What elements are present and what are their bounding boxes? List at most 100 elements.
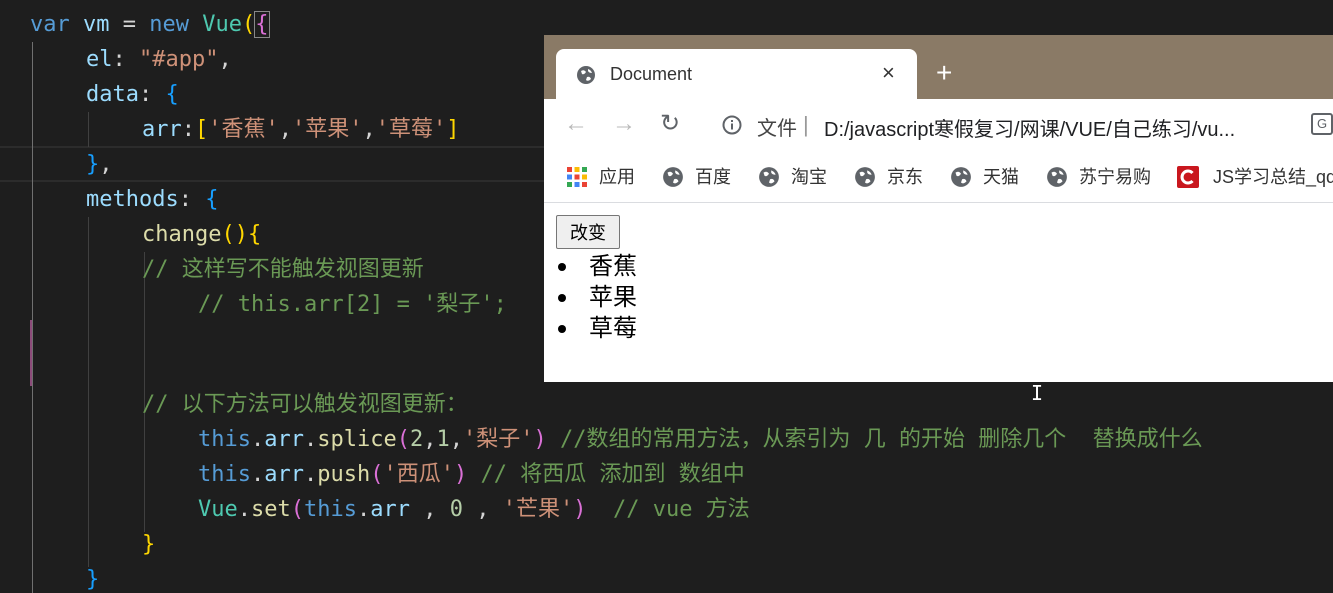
- code-token: {: [205, 187, 219, 212]
- bullet: [558, 263, 566, 271]
- code-token: ): [453, 462, 468, 487]
- code-token: '草莓': [375, 117, 447, 142]
- code-token: ): [573, 497, 587, 522]
- code-token: arr: [142, 117, 182, 142]
- code-line[interactable]: change(){: [142, 217, 261, 252]
- bookmarks-bar: 应用 百度 淘宝 京东 天猫 苏宁易购 JS学习总结_qq: [544, 151, 1333, 203]
- code-token: 0: [449, 497, 463, 522]
- new-tab-button[interactable]: +: [936, 59, 952, 87]
- change-button[interactable]: 改变: [556, 215, 620, 249]
- code-token: vm: [83, 12, 110, 37]
- apps-grid-icon: [566, 166, 588, 193]
- list-item-text: 苹果: [589, 284, 637, 311]
- code-token: .: [303, 462, 318, 487]
- forward-arrow-icon[interactable]: →: [612, 112, 636, 136]
- code-token: .: [250, 427, 265, 452]
- code-token: this: [304, 497, 357, 522]
- indent-guide: [144, 422, 145, 532]
- code-token: Vue: [202, 12, 242, 37]
- text-cursor-icon: I: [1031, 381, 1044, 405]
- code-token: push: [317, 462, 371, 487]
- code-token: '苹果': [292, 117, 363, 142]
- code-token: :: [178, 187, 206, 212]
- code-comment: // 将西瓜 添加到 数组中: [467, 462, 745, 487]
- code-line[interactable]: Vue.set(this.arr , 0 , '芒果') // vue 方法: [198, 492, 750, 527]
- info-icon[interactable]: [722, 115, 742, 140]
- code-token: splice: [317, 427, 397, 452]
- code-comment: // 以下方法可以触发视图更新：: [142, 392, 468, 417]
- code-token: .: [237, 497, 251, 522]
- code-token: ,: [423, 427, 437, 452]
- code-line[interactable]: }: [142, 527, 155, 562]
- code-token: ,: [218, 47, 232, 72]
- bullet: [558, 325, 566, 333]
- code-token: =: [109, 12, 150, 37]
- code-token: }: [86, 567, 100, 592]
- code-line[interactable]: // 这样写不能触发视图更新: [142, 252, 424, 287]
- gutter-change-marker: [30, 320, 32, 386]
- code-token: .: [303, 427, 318, 452]
- code-token: }: [142, 532, 156, 557]
- code-token: this: [198, 462, 251, 487]
- globe-icon: [576, 65, 596, 90]
- bookmark-label: 天猫: [983, 167, 1019, 187]
- code-line[interactable]: }: [86, 562, 99, 593]
- code-line[interactable]: // this.arr[2] = '梨子';: [198, 287, 507, 322]
- indent-guide: [88, 112, 89, 147]
- code-line[interactable]: },: [86, 147, 113, 182]
- tab-bar: Document × +: [544, 35, 1333, 99]
- code-token: {: [247, 222, 262, 247]
- bullet: [558, 294, 566, 302]
- code-token: 2: [409, 427, 424, 452]
- code-line[interactable]: arr:['香蕉','苹果','草莓']: [142, 112, 460, 147]
- code-token: (: [290, 497, 304, 522]
- code-token: set: [251, 497, 291, 522]
- code-line[interactable]: // 以下方法可以触发视图更新：: [142, 387, 468, 422]
- code-token: :: [181, 117, 195, 142]
- code-comment: // 这样写不能触发视图更新: [142, 257, 424, 282]
- tab-title: Document: [610, 64, 693, 84]
- list-item-text: 草莓: [589, 315, 637, 342]
- tab-document[interactable]: Document ×: [556, 49, 917, 99]
- code-token: ,: [362, 117, 376, 142]
- translate-icon[interactable]: G: [1311, 113, 1333, 135]
- globe-icon: [950, 166, 972, 193]
- code-line[interactable]: data: {: [86, 77, 179, 112]
- close-icon[interactable]: ×: [882, 60, 895, 86]
- address-bar-url[interactable]: D:/javascript寒假复习/网课/VUE/自己练习/vu...: [824, 113, 1235, 142]
- code-comment: // this.arr[2] = '梨子';: [198, 292, 507, 317]
- code-token: ,: [449, 427, 463, 452]
- code-line[interactable]: var vm = new Vue({: [30, 7, 270, 42]
- code-token: ]: [446, 117, 460, 142]
- code-token: arr: [264, 462, 304, 487]
- code-line[interactable]: el: "#app",: [86, 42, 232, 77]
- code-line[interactable]: this.arr.splice(2,1,'梨子') //数组的常用方法，从索引为…: [198, 422, 1203, 457]
- back-arrow-icon[interactable]: ←: [564, 112, 588, 136]
- code-token: .: [250, 462, 265, 487]
- code-token: '芒果': [502, 497, 574, 522]
- code-token: ): [533, 427, 547, 452]
- code-token: (): [221, 222, 248, 247]
- code-token: :: [138, 82, 166, 107]
- page-content: 改变 香蕉 苹果 草莓: [544, 203, 1333, 382]
- code-token: 1: [436, 427, 450, 452]
- indent-guide: [88, 217, 89, 567]
- bookmark-label: 苏宁易购: [1079, 167, 1151, 187]
- reload-icon[interactable]: ↻: [660, 112, 680, 136]
- matched-bracket: {: [254, 11, 270, 38]
- code-line[interactable]: this.arr.push('西瓜') // 将西瓜 添加到 数组中: [198, 457, 745, 492]
- url-separator: |: [803, 112, 809, 137]
- code-token: ,: [99, 152, 113, 177]
- code-token: }: [86, 152, 100, 177]
- code-token: change: [142, 222, 222, 247]
- browser-toolbar: ← → ↻ 文件 | D:/javascript寒假复习/网课/VUE/自己练习…: [544, 99, 1333, 151]
- code-token: methods: [86, 187, 179, 212]
- code-token: var: [30, 12, 70, 37]
- code-token: .: [356, 497, 371, 522]
- code-line[interactable]: methods: {: [86, 182, 218, 217]
- bookmark-label: JS学习总结_qq: [1213, 167, 1333, 187]
- code-token: ,: [409, 497, 450, 522]
- browser-window: Document × + ← → ↻ 文件 | D:/javascript寒假复…: [544, 35, 1333, 382]
- code-token: (: [396, 427, 410, 452]
- globe-icon: [854, 166, 876, 193]
